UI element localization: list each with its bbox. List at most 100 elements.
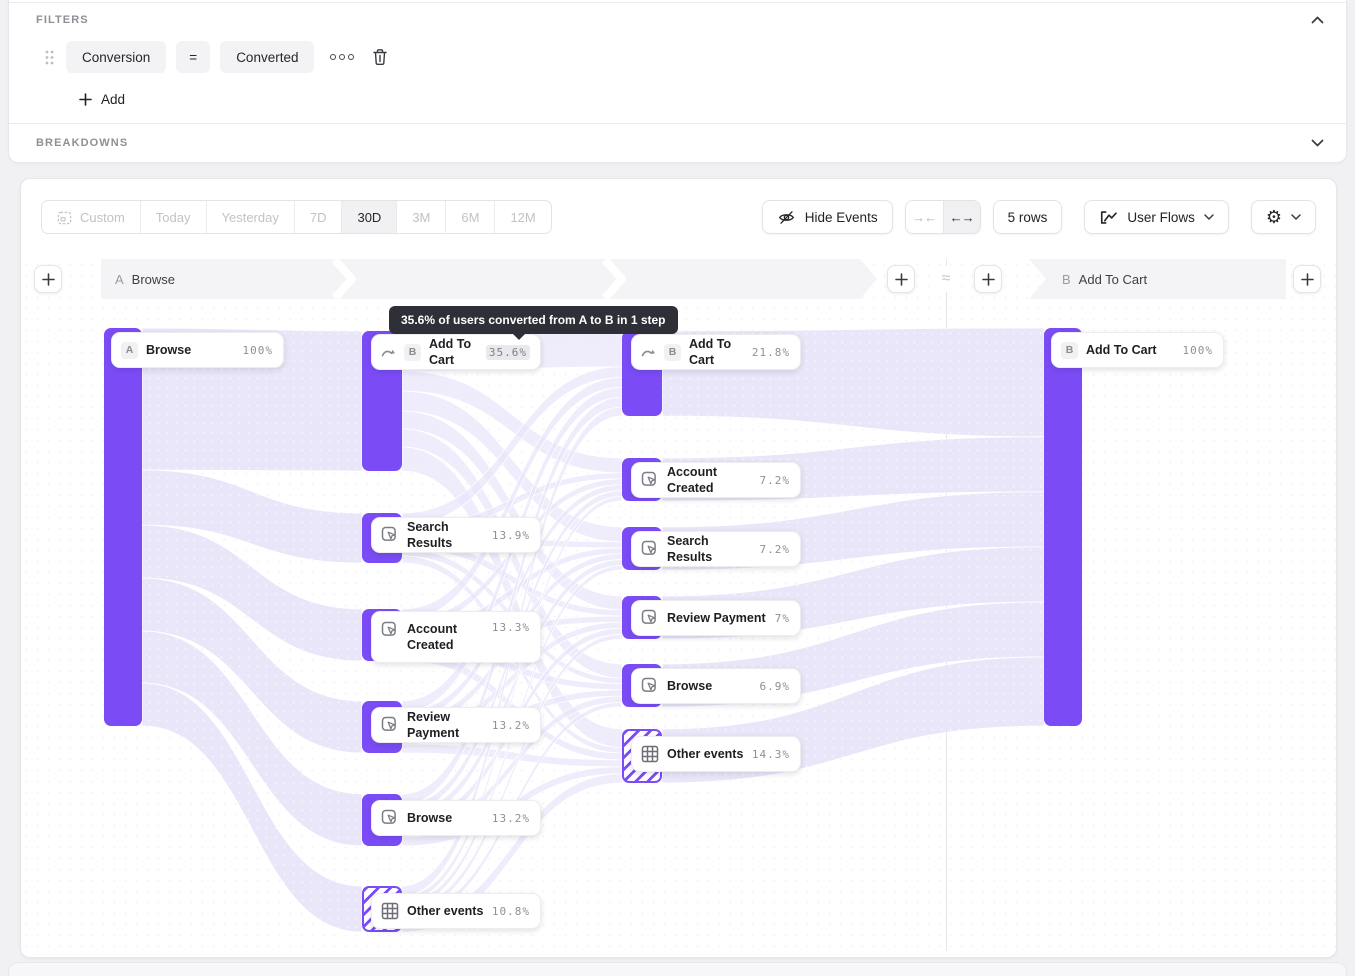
flow-node-card-add-to-cart[interactable]: BAdd To Cart21.8% [631,334,801,370]
steps-gap-indicator: ≈ [933,266,959,292]
expand-columns-button[interactable]: ←→ [943,201,980,233]
flow-node-card-account-created[interactable]: Account Created13.3% [371,611,541,663]
settings-button[interactable]: ⚙ [1251,200,1316,234]
step-header-a[interactable]: A Browse [101,259,877,299]
node-percent: 14.3% [752,748,790,761]
node-percent: 7.2% [760,474,791,487]
event-icon [641,471,659,489]
panel-divider [9,2,1346,3]
flow-chart-icon [1099,210,1118,225]
add-step-button[interactable] [887,265,915,293]
hide-events-label: Hide Events [805,210,878,225]
filter-property-chip[interactable]: Conversion [66,41,166,73]
drag-handle-icon[interactable] [45,50,54,65]
date-range-7d[interactable]: 7D [294,201,342,233]
column-width-toggle: →← ←→ [905,200,981,234]
node-percent: 7.2% [760,543,791,556]
flow-node-card-other-events[interactable]: Other events14.3% [631,736,801,772]
chevron-down-icon [1204,214,1214,220]
date-range-3m[interactable]: 3M [396,201,445,233]
collapse-filters-button[interactable] [1311,16,1324,24]
add-filter-label: Add [101,92,125,107]
node-label: Browse [146,342,235,358]
node-label: Search Results [667,533,752,566]
view-selector-label: User Flows [1127,210,1195,225]
date-range-yesterday[interactable]: Yesterday [206,201,294,233]
chart-toolbar: Custom Today Yesterday 7D 30D 3M 6M 12M … [41,200,1316,234]
flow-node-card-browse[interactable]: ABrowse100% [111,332,284,368]
plus-icon [982,273,995,286]
node-percent: 7% [775,612,790,625]
flow-node-card-browse[interactable]: Browse 13.2% [371,800,541,836]
flow-node-card-review-payment[interactable]: Review Payment13.2% [371,707,541,743]
flow-node-card-review-payment[interactable]: Review Payment 7% [631,600,801,636]
node-label: Search Results [407,519,484,552]
calendar-icon [57,210,72,225]
node-badge: A [121,342,138,359]
chevron-up-icon [1311,16,1324,24]
add-step-button[interactable] [1293,265,1321,293]
flow-node-card-account-created[interactable]: Account Created7.2% [631,462,801,498]
flow-node-bar-add-to-cart[interactable] [1044,328,1082,726]
sankey-canvas: A Browse ≈ B Add To Cart 35.6% of users … [21,259,1336,951]
user-flows-panel: Custom Today Yesterday 7D 30D 3M 6M 12M … [20,178,1337,958]
toolbar-right-group: Hide Events →← ←→ 5 rows User Flows ⚙ [762,200,1316,234]
node-badge: B [404,344,421,361]
date-range-12m[interactable]: 12M [494,201,550,233]
filter-value-chip[interactable]: Converted [220,41,314,73]
plus-icon [42,273,55,286]
eye-off-icon [777,208,796,227]
node-label: Review Payment [407,709,484,742]
next-section-edge [8,962,1347,976]
event-icon [381,716,399,734]
date-range-30d[interactable]: 30D [341,201,396,233]
event-icon [381,809,399,827]
flow-node-card-search-results[interactable]: Search Results 7.2% [631,531,801,567]
flow-node-card-add-to-cart[interactable]: BAdd To Cart100% [1051,332,1224,368]
step-a-label: Browse [132,272,175,287]
date-range-custom[interactable]: Custom [42,201,140,233]
step-b-label: Add To Cart [1079,272,1147,287]
date-range-6m[interactable]: 6M [445,201,494,233]
node-label: Browse [407,810,484,826]
flow-node-card-other-events[interactable]: Other events10.8% [371,893,541,929]
add-filter-row: Add [9,82,1346,116]
filters-header: FILTERS [9,4,1346,36]
date-range-custom-label: Custom [80,210,125,225]
node-percent: 13.2% [492,812,530,825]
collapse-columns-button[interactable]: →← [906,201,943,233]
node-percent: 21.8% [752,346,790,359]
flow-node-card-browse[interactable]: Browse6.9% [631,668,801,704]
filter-operator-chip[interactable]: = [176,41,210,73]
breakdowns-section-title: BREAKDOWNS [36,137,128,149]
flow-node-bar-browse[interactable] [104,328,142,726]
filters-section-title: FILTERS [36,14,89,26]
add-filter-button[interactable]: Add [79,92,125,107]
event-icon [641,609,659,627]
rows-button[interactable]: 5 rows [993,200,1063,234]
view-selector-button[interactable]: User Flows [1084,200,1229,234]
add-step-button[interactable] [34,265,62,293]
conversion-tooltip: 35.6% of users converted from A to B in … [389,306,678,334]
step-header-b[interactable]: B Add To Cart [1029,259,1286,299]
node-percent: 100% [1183,344,1214,357]
event-icon [381,621,399,639]
filters-panel: FILTERS Conversion = Converted Add BREA [8,0,1347,163]
hide-events-button[interactable]: Hide Events [762,200,893,234]
node-percent: 13.3% [492,621,530,634]
date-range-today[interactable]: Today [140,201,206,233]
chevron-down-icon [1311,139,1324,147]
step-a-badge: A [115,272,124,287]
plus-icon [895,273,908,286]
breakdowns-header: BREAKDOWNS [9,123,1346,162]
event-icon [381,526,399,544]
more-options-button[interactable] [330,54,354,60]
node-label: Review Payment [667,610,767,626]
flow-node-card-search-results[interactable]: Search Results13.9% [371,517,541,553]
gear-icon: ⚙ [1266,208,1282,226]
expand-breakdowns-button[interactable] [1311,139,1324,147]
trash-icon [372,48,388,66]
delete-filter-button[interactable] [372,48,388,66]
add-step-button[interactable] [974,265,1002,293]
filter-row: Conversion = Converted [9,38,1346,76]
